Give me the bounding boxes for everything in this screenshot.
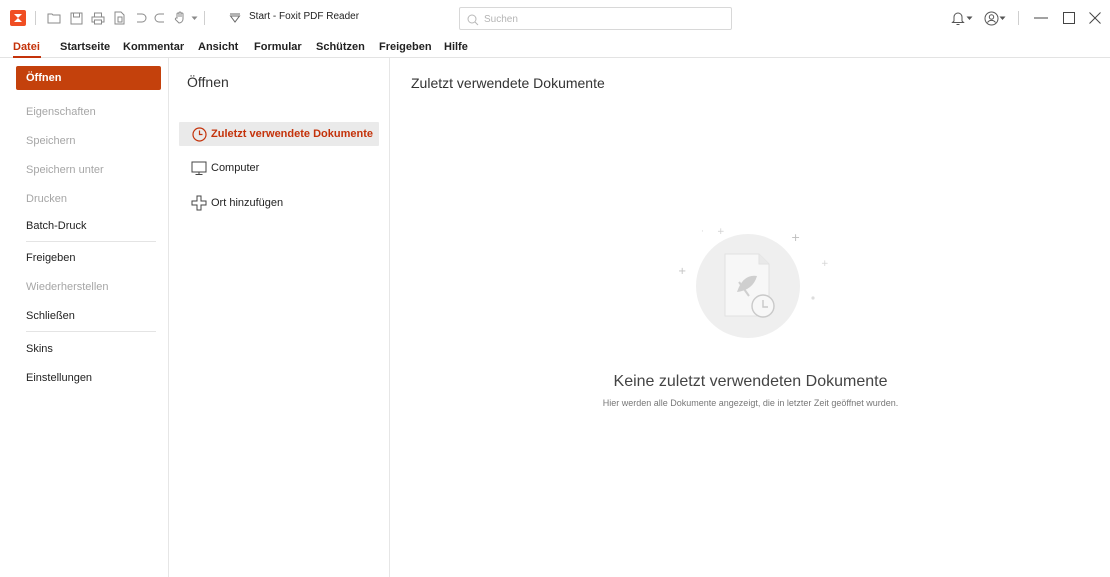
toolbar-separator (35, 11, 36, 25)
nav-item-batch-druck[interactable]: Batch-Druck (26, 220, 87, 232)
toolbar-separator (1018, 11, 1019, 25)
menu-bar: Datei Startseite Kommentar Ansicht Formu… (0, 37, 1110, 58)
menu-startseite[interactable]: Startseite (60, 41, 110, 53)
menu-ansicht[interactable]: Ansicht (198, 41, 238, 53)
search-icon (467, 13, 479, 26)
clock-icon (191, 126, 207, 142)
empty-state-title: Keine zuletzt verwendeten Dokumente (613, 373, 888, 390)
location-computer[interactable]: Computer (179, 156, 379, 180)
location-add-place[interactable]: Ort hinzufügen (179, 191, 379, 215)
nav-item-wiederherstellen[interactable]: Wiederherstellen (26, 281, 109, 293)
hand-tool-icon[interactable] (171, 9, 189, 27)
nav-item-drucken[interactable]: Drucken (26, 193, 67, 205)
empty-state-subtitle: Hier werden alle Dokumente angezeigt, di… (602, 398, 899, 408)
divider (26, 331, 156, 332)
nav-item-einstellungen[interactable]: Einstellungen (26, 372, 92, 384)
location-label: Zuletzt verwendete Dokumente (211, 128, 373, 140)
location-recent-documents[interactable]: Zuletzt verwendete Dokumente (179, 122, 379, 146)
search-input[interactable] (484, 11, 724, 27)
customize-toolbar-icon[interactable] (226, 9, 244, 27)
menu-formular[interactable]: Formular (254, 41, 302, 53)
open-panel-title: Öffnen (187, 74, 229, 90)
save-icon[interactable] (67, 9, 85, 27)
open-locations-panel: Öffnen Zuletzt verwendete Dokumente Comp… (170, 58, 390, 577)
close-icon[interactable] (1083, 7, 1107, 29)
open-button-label: Öffnen (26, 72, 62, 84)
location-label: Computer (211, 162, 260, 174)
menu-datei[interactable]: Datei (13, 41, 40, 53)
menu-kommentar[interactable]: Kommentar (123, 41, 184, 53)
recent-documents-title: Zuletzt verwendete Dokumente (411, 75, 605, 91)
window-title: Start - Foxit PDF Reader (249, 11, 360, 22)
open-folder-icon[interactable] (45, 9, 63, 27)
menu-hilfe[interactable]: Hilfe (444, 41, 468, 53)
svg-text:+: + (821, 259, 829, 269)
chevron-down-icon[interactable] (963, 7, 975, 29)
redo-icon[interactable] (151, 9, 169, 27)
svg-text:·: · (701, 227, 704, 237)
create-pdf-icon[interactable] (110, 9, 128, 27)
nav-item-skins[interactable]: Skins (26, 343, 53, 355)
nav-item-schliessen[interactable]: Schließen (26, 310, 75, 322)
minimize-icon[interactable] (1029, 7, 1053, 29)
svg-text:+: + (678, 266, 686, 277)
location-label: Ort hinzufügen (211, 197, 284, 209)
svg-text:+: + (717, 227, 725, 237)
monitor-icon (191, 160, 207, 176)
nav-item-speichern-unter[interactable]: Speichern unter (26, 164, 104, 176)
nav-item-eigenschaften[interactable]: Eigenschaften (26, 106, 96, 118)
menu-schuetzen[interactable]: Schützen (316, 41, 365, 53)
nav-item-freigeben[interactable]: Freigeben (26, 252, 76, 264)
chevron-down-icon[interactable] (996, 7, 1008, 29)
divider (26, 241, 156, 242)
add-location-icon (191, 195, 207, 211)
recent-documents-area: Zuletzt verwendete Dokumente · + + + + K… (391, 58, 1110, 577)
backstage-nav: Öffnen Eigenschaften Speichern Speichern… (0, 58, 169, 577)
toolbar-separator (204, 11, 205, 25)
maximize-icon[interactable] (1057, 7, 1081, 29)
foxit-logo-icon[interactable] (10, 10, 26, 26)
menu-freigeben[interactable]: Freigeben (379, 41, 432, 53)
print-icon[interactable] (89, 9, 107, 27)
nav-item-speichern[interactable]: Speichern (26, 135, 76, 147)
chevron-down-icon[interactable] (189, 9, 199, 27)
title-bar: Start - Foxit PDF Reader (0, 0, 1110, 37)
svg-text:+: + (791, 231, 800, 244)
empty-state-illustration-icon: · + + + + (661, 208, 841, 348)
search-box[interactable] (459, 7, 732, 30)
open-button[interactable]: Öffnen (16, 66, 161, 90)
undo-icon[interactable] (131, 9, 149, 27)
